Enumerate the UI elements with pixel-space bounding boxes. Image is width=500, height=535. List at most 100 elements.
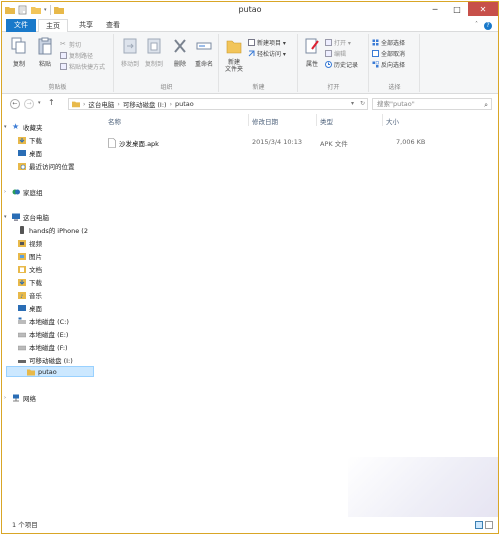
delete-label: 删除	[173, 61, 186, 68]
nav-favorites[interactable]: ▾ ★ 收藏夹	[4, 121, 99, 132]
paste-button[interactable]: 粘贴	[32, 37, 58, 68]
column-header-type[interactable]: 类型	[320, 116, 333, 126]
column-divider[interactable]	[248, 114, 249, 126]
address-bar[interactable]: › 这台电脑 › 可移动磁盘 (I:) › putao ▾ ↻	[68, 98, 368, 110]
computer-icon	[12, 213, 20, 221]
file-name-label: 沙发桌面.apk	[119, 140, 159, 148]
nav-network-label: 网络	[23, 394, 36, 403]
expand-icon[interactable]: ▾	[4, 214, 9, 220]
edit-button[interactable]: 编辑	[325, 49, 346, 58]
copy-path-icon	[60, 52, 67, 59]
explorer-window: ▾ putao ─ □ ✕ 文件 主页 共享 查看 ˄ ? 复制 粘贴 ✂ 剪切…	[1, 1, 499, 534]
minimize-button[interactable]: ─	[424, 2, 446, 16]
column-header-name[interactable]: 名称	[108, 116, 121, 126]
breadcrumb-putao[interactable]: putao	[175, 100, 194, 108]
tab-file[interactable]: 文件	[6, 19, 36, 32]
nav-putao[interactable]: putao	[6, 366, 94, 377]
nav-homegroup[interactable]: › 家庭组	[4, 186, 99, 197]
new-item-button[interactable]: 新建项目 ▾	[248, 38, 286, 47]
tab-share[interactable]: 共享	[72, 19, 100, 32]
column-header-modified[interactable]: 修改日期	[252, 116, 278, 126]
close-button[interactable]: ✕	[468, 2, 498, 16]
delete-icon	[174, 39, 186, 53]
history-label: 历史记录	[334, 62, 359, 69]
search-input[interactable]: 搜索"putao" ⌕	[372, 98, 492, 110]
breadcrumb-separator: ›	[117, 100, 120, 108]
paste-shortcut-icon	[60, 63, 67, 70]
collapse-ribbon-icon[interactable]: ˄	[475, 21, 478, 28]
open-button[interactable]: 打开 ▾	[325, 38, 351, 47]
maximize-button[interactable]: □	[446, 2, 468, 16]
status-bar: 1 个项目	[2, 517, 498, 533]
table-row[interactable]: 沙发桌面.apk 2015/3/4 10:13 APK 文件 7,006 KB	[98, 136, 438, 150]
clipboard-group: 复制 粘贴 ✂ 剪切 复制路径 粘贴快捷方式 剪贴板	[2, 34, 114, 92]
column-divider[interactable]	[316, 114, 317, 126]
tab-view[interactable]: 查看	[99, 19, 127, 32]
cut-button[interactable]: ✂ 剪切	[60, 40, 81, 50]
nav-this-pc[interactable]: ▾ 这台电脑	[4, 211, 99, 222]
homegroup-icon	[12, 189, 20, 194]
select-group: 全部选择 全部取消 反向选择 选择	[370, 34, 420, 92]
move-to-button[interactable]: 移动到	[117, 37, 143, 68]
history-button[interactable]: 历史记录	[325, 60, 358, 69]
nav-disk-e-label: 本地磁盘 (E:)	[29, 330, 69, 339]
drive-icon	[18, 345, 26, 350]
copy-to-button[interactable]: 复制到	[141, 37, 167, 68]
select-all-button[interactable]: 全部选择	[372, 38, 405, 47]
properties-button[interactable]: 属性	[301, 37, 323, 68]
paste-shortcut-label: 粘贴快捷方式	[69, 64, 106, 71]
nav-network[interactable]: › 网络	[4, 392, 99, 403]
details-view-icon[interactable]	[475, 521, 483, 529]
select-all-label: 全部选择	[381, 40, 406, 47]
delete-button[interactable]: 删除	[167, 37, 193, 68]
nav-homegroup-label: 家庭组	[23, 188, 43, 197]
paste-shortcut-button[interactable]: 粘贴快捷方式	[60, 62, 105, 71]
new-folder-button[interactable]: 新建 文件夹	[222, 37, 246, 73]
file-name[interactable]: 沙发桌面.apk	[108, 138, 159, 148]
back-button[interactable]: ←	[10, 99, 20, 109]
history-icon	[325, 61, 332, 68]
desktop-icon	[18, 149, 26, 156]
help-icon[interactable]: ?	[484, 22, 492, 30]
decorative-glow	[348, 457, 498, 517]
nav-this-pc-label: 这台电脑	[23, 213, 49, 222]
open-group: 属性 打开 ▾ 编辑 历史记录 打开	[299, 34, 369, 92]
nav-documents-label: 文档	[29, 265, 42, 274]
refresh-icon[interactable]: ↻	[360, 100, 365, 107]
file-list: 名称 修改日期 类型 大小 沙发桌面.apk 2015/3/4 10:13 AP…	[98, 114, 498, 514]
expand-icon[interactable]: ›	[4, 189, 9, 195]
breadcrumb-this-pc[interactable]: 这台电脑	[88, 99, 114, 109]
nav-pictures-label: 图片	[29, 252, 42, 261]
window-controls: ─ □ ✕	[424, 2, 498, 16]
column-header-size[interactable]: 大小	[386, 116, 399, 126]
easy-access-button[interactable]: 轻松访问 ▾	[248, 49, 286, 58]
forward-button[interactable]: →	[24, 99, 34, 109]
copy-path-button[interactable]: 复制路径	[60, 51, 93, 60]
expand-icon[interactable]: ▾	[4, 124, 9, 130]
nav-favorites-label: 收藏夹	[23, 123, 43, 132]
apk-file-icon	[108, 138, 116, 148]
history-dropdown-icon[interactable]: ▾	[351, 100, 354, 107]
view-switcher	[475, 521, 493, 529]
tab-home[interactable]: 主页	[38, 19, 68, 33]
nav-disk-f-label: 本地磁盘 (F:)	[29, 343, 68, 352]
rename-button[interactable]: 重命名	[191, 37, 217, 68]
column-divider[interactable]	[382, 114, 383, 126]
nav-disk-i-label: 可移动磁盘 (I:)	[29, 356, 73, 365]
new-item-icon	[248, 39, 255, 46]
folder-icon	[27, 369, 35, 375]
up-button[interactable]: ↑	[48, 98, 55, 107]
documents-icon	[18, 265, 26, 273]
copy-button[interactable]: 复制	[6, 37, 32, 68]
large-icons-view-icon[interactable]	[485, 521, 493, 529]
nav-disk-c-label: 本地磁盘 (C:)	[29, 317, 69, 326]
recent-locations-icon[interactable]: ▾	[38, 100, 41, 106]
select-group-label: 选择	[388, 84, 401, 91]
expand-icon[interactable]: ›	[4, 395, 9, 401]
clipboard-group-label: 剪贴板	[48, 84, 67, 91]
breadcrumb-removable-disk[interactable]: 可移动磁盘 (I:)	[123, 99, 167, 109]
select-none-button[interactable]: 全部取消	[372, 49, 405, 58]
properties-icon	[305, 38, 319, 54]
search-icon[interactable]: ⌕	[484, 100, 488, 110]
invert-selection-button[interactable]: 反向选择	[372, 60, 405, 69]
